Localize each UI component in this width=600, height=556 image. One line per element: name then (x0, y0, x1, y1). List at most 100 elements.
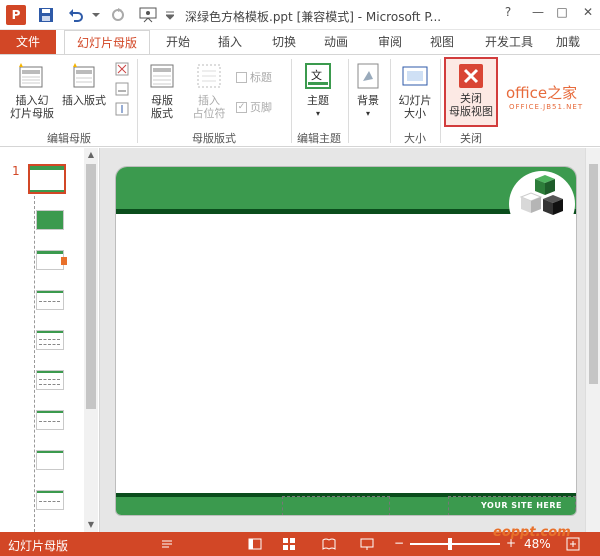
thumbnail-layout-8[interactable] (36, 490, 64, 510)
thumbnail-layout-3[interactable] (36, 290, 64, 310)
help-button[interactable]: ? (498, 5, 518, 25)
close-master-view-label-2: 母版视图 (449, 105, 493, 118)
tab-review[interactable]: 审阅 (370, 30, 410, 54)
slide-sorter-icon[interactable] (282, 537, 298, 551)
scroll-up-icon[interactable]: ▲ (84, 148, 98, 162)
slide-scroll-thumb[interactable] (589, 164, 598, 384)
slide-master-preview[interactable]: YOUR SITE HERE (115, 166, 577, 516)
tab-developer[interactable]: 开发工具 (478, 30, 540, 54)
slide-number: 1 (12, 164, 20, 178)
tab-animations[interactable]: 动画 (316, 30, 356, 54)
footer-checkbox[interactable]: ✓ 页脚 (236, 99, 272, 115)
tab-home[interactable]: 开始 (158, 30, 198, 54)
reading-view-icon[interactable] (322, 537, 338, 551)
cube-logo (509, 171, 575, 237)
thumbnail-connector (34, 196, 35, 532)
title-checkbox[interactable]: 标题 (236, 69, 272, 85)
site-text: YOUR SITE HERE (481, 501, 562, 510)
footer-checkbox-box: ✓ (236, 101, 247, 113)
tab-view[interactable]: 视图 (422, 30, 462, 54)
background-icon (357, 63, 379, 89)
master-layout-button[interactable]: 母版 版式 (140, 61, 184, 120)
thumbnail-layout-1[interactable] (36, 210, 64, 230)
zoom-slider-thumb[interactable] (448, 538, 452, 550)
scroll-down-icon[interactable]: ▼ (84, 518, 98, 532)
redo-icon[interactable] (108, 5, 128, 25)
theme-icon: 文 (305, 63, 331, 89)
slide-canvas: YOUR SITE HERE (100, 148, 585, 532)
slide-size-label-2: 大小 (404, 107, 426, 120)
tab-insert[interactable]: 插入 (210, 30, 250, 54)
title-checkbox-box (236, 71, 247, 83)
document-title: 深绿色方格模板.ppt [兼容模式] - Microsoft P... (185, 10, 442, 24)
slide-header-bar (116, 167, 576, 209)
zoom-out-icon[interactable]: − (394, 537, 410, 551)
group-size-label: 大小 (404, 132, 426, 145)
tab-transitions[interactable]: 切换 (264, 30, 304, 54)
footer-checkbox-label: 页脚 (250, 101, 272, 114)
close-x-icon (459, 64, 483, 88)
powerpoint-logo-icon[interactable]: P (6, 5, 26, 25)
insert-slide-master-label-2: 灯片母版 (10, 107, 54, 120)
theme-button[interactable]: 文 主题 ▾ (296, 61, 340, 120)
watermark-logo: office之家 (506, 84, 578, 102)
slide-scrollbar[interactable] (585, 148, 600, 532)
insert-placeholder-label-1: 插入 (198, 94, 220, 107)
normal-view-icon[interactable] (248, 537, 264, 551)
group-edit-theme-label: 编辑主题 (297, 132, 341, 145)
small-master-tools (114, 61, 132, 121)
thumbnail-layout-7[interactable] (36, 450, 64, 470)
insert-placeholder-icon (197, 64, 221, 88)
master-layout-label-1: 母版 (151, 94, 173, 107)
notes-icon[interactable] (160, 537, 176, 551)
slide-size-button[interactable]: 幻灯片 大小 (393, 61, 437, 120)
separator (390, 59, 391, 143)
slide-header-rule (116, 209, 576, 214)
thumbnail-layout-2[interactable] (36, 250, 67, 270)
tab-slide-master[interactable]: 幻灯片母版 (64, 30, 150, 55)
brand-watermark: eoppt.com (493, 525, 571, 540)
separator (440, 59, 441, 143)
insert-slide-master-icon (19, 63, 43, 88)
save-icon[interactable] (36, 5, 56, 25)
ribbon-tabs: 文件 幻灯片母版 开始 插入 切换 动画 审阅 视图 开发工具 加载 (0, 30, 600, 55)
present-from-beginning-icon[interactable] (138, 5, 158, 25)
thumbnail-scroll-thumb[interactable] (86, 164, 96, 409)
group-close-label: 关闭 (460, 132, 482, 145)
delete-rename-preserve-icons[interactable] (114, 61, 130, 121)
close-master-view-button[interactable]: 关闭 母版视图 (444, 57, 498, 127)
theme-dropdown-icon: ▾ (315, 109, 320, 118)
tab-addins[interactable]: 加载 (556, 30, 600, 54)
insert-slide-master-button[interactable]: 插入幻 灯片母版 (6, 61, 58, 120)
close-window-button[interactable]: ✕ (578, 5, 598, 25)
thumbnail-layout-4[interactable] (36, 330, 64, 350)
thumbnail-layout-5[interactable] (36, 370, 64, 390)
thumbnail-layout-6[interactable] (36, 410, 64, 430)
minimize-button[interactable]: — (528, 5, 548, 25)
customize-toolbar-icon[interactable] (160, 5, 180, 25)
group-master-layout-label: 母版版式 (192, 132, 236, 145)
insert-layout-icon (73, 63, 95, 88)
slideshow-icon[interactable] (360, 537, 376, 551)
background-label: 背景 (357, 94, 379, 107)
insert-layout-button[interactable]: 插入版式 (58, 61, 110, 107)
insert-placeholder-label-2: 占位符 (192, 107, 226, 120)
title-checkbox-label: 标题 (250, 71, 272, 84)
svg-text:文: 文 (311, 68, 322, 82)
thumbnail-scrollbar[interactable]: ▲ ▼ (84, 148, 98, 532)
theme-label: 主题 (307, 94, 329, 107)
insert-slide-master-label-1: 插入幻 (15, 94, 49, 107)
close-master-view-label-1: 关闭 (460, 92, 482, 105)
slide-size-icon (402, 66, 428, 86)
thumbnail-master[interactable] (28, 164, 66, 194)
separator (348, 59, 349, 143)
maximize-button[interactable]: □ (552, 5, 572, 25)
zoom-slider[interactable] (410, 543, 500, 545)
title-bar: P 深绿色方格模板.ppt [兼容模式] - Microsoft P... ? … (0, 0, 600, 30)
background-button[interactable]: 背景 ▾ (350, 61, 386, 120)
tab-file[interactable]: 文件 (0, 30, 56, 54)
undo-dropdown-icon[interactable] (86, 5, 106, 25)
insert-placeholder-button[interactable]: 插入 占位符 (186, 61, 232, 120)
undo-icon[interactable] (66, 5, 86, 25)
footer-placeholder[interactable] (282, 496, 390, 515)
